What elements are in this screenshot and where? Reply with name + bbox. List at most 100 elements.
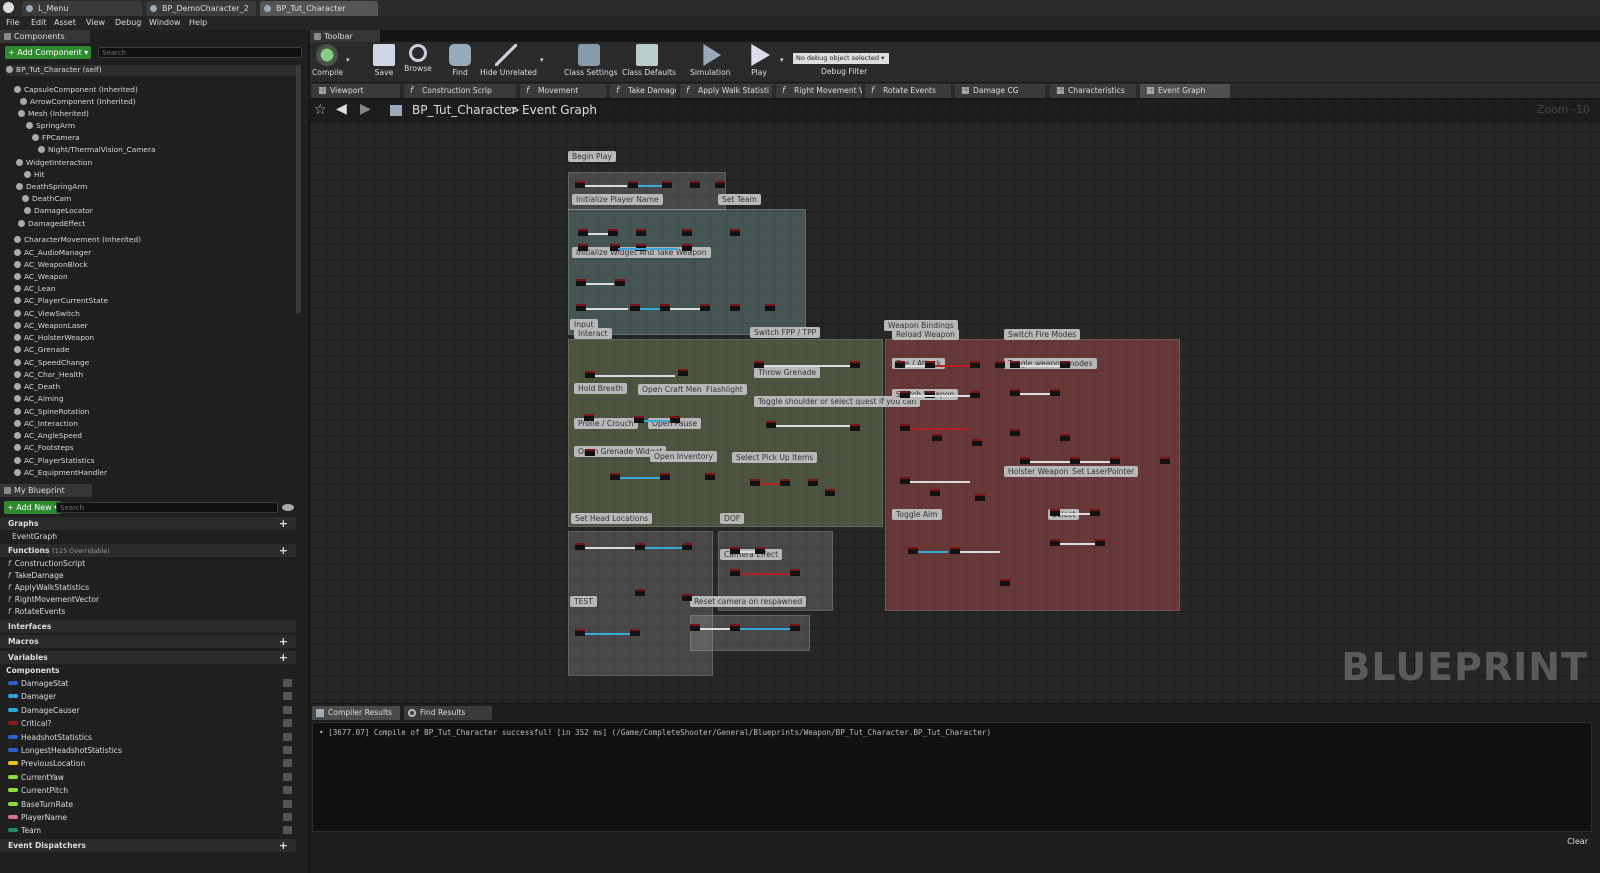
function-item[interactable]: f RotateEvents	[8, 607, 298, 616]
graph-node[interactable]	[630, 629, 640, 636]
graph-node[interactable]	[766, 421, 776, 428]
add-function-plus-icon[interactable]: +	[279, 544, 288, 557]
graph-node[interactable]	[628, 181, 638, 188]
variable-item[interactable]: CurrentYaw	[8, 772, 298, 782]
component-item[interactable]: AC_SpineRotation	[14, 407, 89, 416]
hide-unrelated-options-button[interactable]: ▾	[540, 56, 544, 64]
graph-node[interactable]	[682, 244, 692, 251]
macros-section[interactable]: Macros +	[0, 635, 296, 648]
variable-visibility-eye-icon[interactable]	[283, 813, 292, 821]
component-item[interactable]: CapsuleComponent (Inherited)	[14, 85, 138, 94]
variable-item[interactable]: DamageCauser	[8, 705, 298, 715]
doc-tab-bp-tut[interactable]: BP_Tut_Character	[260, 1, 378, 16]
function-item[interactable]: f TakeDamage	[8, 571, 298, 580]
graph-node[interactable]	[730, 569, 740, 576]
graph-tab[interactable]: f Take Damage	[610, 84, 676, 98]
component-item[interactable]: DamagedEffect	[18, 219, 85, 228]
function-item[interactable]: f ApplyWalkStatistics	[8, 583, 298, 592]
graph-tab[interactable]: ▦ Characteristics	[1050, 84, 1136, 98]
component-item[interactable]: AC_SpeedChange	[14, 358, 89, 367]
graph-node[interactable]	[900, 424, 910, 431]
comment-title[interactable]: Reload Weapon	[892, 329, 959, 340]
graph-node[interactable]	[730, 547, 740, 554]
compile-button[interactable]: Compile	[312, 44, 343, 77]
forward-arrow-icon[interactable]: ▶	[360, 101, 371, 117]
graph-node[interactable]	[975, 494, 985, 501]
variable-visibility-eye-icon[interactable]	[283, 679, 292, 687]
variable-visibility-eye-icon[interactable]	[283, 786, 292, 795]
debug-object-select[interactable]: No debug object selected ▾	[793, 53, 889, 64]
event-graph-canvas[interactable]: ☆ ◀ ▶ BP_Tut_Character > Event Graph Zoo…	[310, 99, 1600, 703]
comment-title[interactable]: Switch FPP / TPP	[750, 327, 821, 338]
graph-tab[interactable]: f Rotate Events	[865, 84, 951, 98]
comment-title[interactable]: Throw Grenade	[754, 367, 821, 378]
component-item[interactable]: AC_AudioManager	[14, 248, 91, 257]
graph-node[interactable]	[584, 414, 594, 421]
component-item[interactable]: AC_PlayerStatistics	[14, 456, 95, 465]
comment-title[interactable]: Switch Fire Modes	[1004, 329, 1081, 340]
graph-node[interactable]	[932, 434, 942, 441]
graph-node[interactable]	[576, 279, 586, 286]
variable-visibility-eye-icon[interactable]	[283, 799, 292, 808]
graph-tab[interactable]: f Movement	[520, 84, 606, 98]
graph-node[interactable]	[1050, 389, 1060, 396]
comment-title[interactable]: TEST	[570, 596, 597, 607]
play-button[interactable]: Play	[746, 44, 772, 77]
add-macro-plus-icon[interactable]: +	[279, 635, 288, 648]
comment-title[interactable]: Set Team	[718, 194, 761, 205]
graph-node[interactable]	[1095, 539, 1105, 546]
graph-node[interactable]	[575, 543, 585, 550]
components-category[interactable]: Components	[6, 666, 296, 675]
graph-node[interactable]	[750, 479, 760, 486]
component-item[interactable]: AC_Death	[14, 382, 60, 391]
components-scrollbar[interactable]	[296, 65, 301, 313]
compile-options-button[interactable]: ▾	[346, 56, 350, 64]
graph-tab[interactable]: ▦ Event Graph	[1140, 84, 1230, 98]
component-item[interactable]: Hit	[24, 170, 45, 179]
graph-node[interactable]	[970, 391, 980, 398]
graph-node[interactable]	[850, 361, 860, 368]
variable-item[interactable]: DamageStat	[8, 679, 298, 688]
add-graph-plus-icon[interactable]: +	[279, 517, 288, 530]
component-item[interactable]: SpringArm	[26, 121, 75, 130]
graph-node[interactable]	[682, 594, 692, 601]
comment-title[interactable]: Reset camera on respawned	[690, 596, 807, 607]
graph-node[interactable]	[634, 416, 644, 423]
menu-debug[interactable]: Debug	[115, 18, 141, 27]
variable-item[interactable]: Team	[8, 826, 298, 835]
comment-title[interactable]: Set LaserPointer	[1068, 466, 1139, 477]
graph-node[interactable]	[635, 589, 645, 596]
variable-visibility-eye-icon[interactable]	[283, 705, 292, 714]
graph-node[interactable]	[970, 361, 980, 368]
graph-node[interactable]	[730, 624, 740, 631]
graph-node[interactable]	[682, 229, 692, 236]
graph-node[interactable]	[670, 416, 680, 423]
graph-node[interactable]	[895, 361, 905, 368]
comment-title[interactable]: Hold Breath	[574, 383, 627, 394]
comment-title[interactable]: Interact	[574, 328, 612, 339]
graph-node[interactable]	[930, 489, 940, 496]
variable-visibility-eye-icon[interactable]	[283, 826, 292, 835]
graph-tab[interactable]: f Apply Walk Statisti	[680, 84, 772, 98]
graph-node[interactable]	[1110, 457, 1120, 464]
graph-node[interactable]	[610, 473, 620, 480]
component-item[interactable]: AC_EquipmentHandler	[14, 468, 107, 477]
graph-node[interactable]	[808, 479, 818, 486]
graph-node[interactable]	[1070, 457, 1080, 464]
component-item[interactable]: AC_Weapon	[14, 272, 68, 281]
variable-item[interactable]: Critical?	[8, 719, 298, 728]
graph-node[interactable]	[790, 624, 800, 631]
component-item[interactable]: Mesh (Inherited)	[18, 109, 89, 118]
comment-box[interactable]	[690, 615, 810, 651]
component-item[interactable]: AC_HolsterWeapon	[14, 333, 94, 342]
graph-node[interactable]	[1050, 539, 1060, 546]
graph-node[interactable]	[730, 229, 740, 236]
graph-node[interactable]	[825, 489, 835, 496]
graph-node[interactable]	[575, 629, 585, 636]
graph-node[interactable]	[700, 304, 710, 311]
component-item[interactable]: AC_WeaponLaser	[14, 321, 88, 330]
component-item[interactable]: ArrowComponent (Inherited)	[20, 97, 136, 106]
component-item[interactable]: AC_Lean	[14, 284, 56, 293]
graph-node[interactable]	[715, 181, 725, 188]
class-defaults-button[interactable]: Class Defaults	[622, 44, 676, 77]
